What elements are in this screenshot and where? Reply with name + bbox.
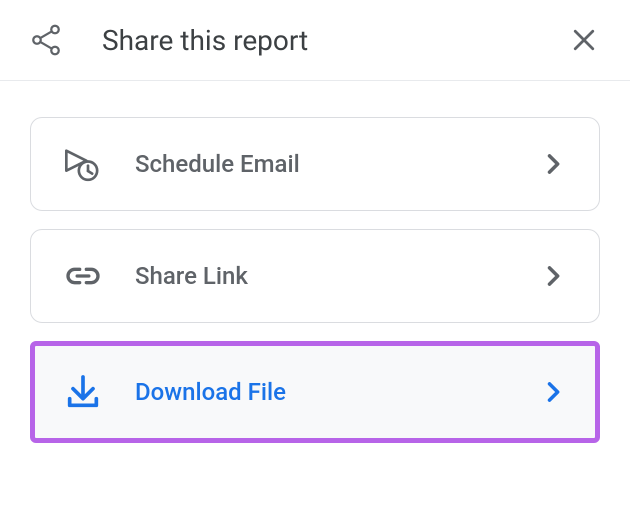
options-list: Schedule Email Share Link — [0, 81, 630, 479]
dialog-header: Share this report — [0, 0, 630, 81]
close-icon — [569, 25, 599, 55]
link-icon — [63, 256, 103, 296]
dialog-title: Share this report — [102, 24, 566, 57]
chevron-right-icon — [539, 150, 567, 178]
schedule-email-option[interactable]: Schedule Email — [30, 117, 600, 211]
close-button[interactable] — [566, 22, 602, 58]
share-link-option[interactable]: Share Link — [30, 229, 600, 323]
chevron-right-icon — [539, 378, 567, 406]
chevron-right-icon — [539, 262, 567, 290]
option-label: Schedule Email — [135, 150, 539, 178]
schedule-email-icon — [63, 144, 103, 184]
download-file-option[interactable]: Download File — [30, 341, 600, 443]
option-label: Download File — [135, 378, 539, 406]
option-label: Share Link — [135, 262, 539, 290]
share-icon — [28, 22, 64, 58]
download-icon — [63, 372, 103, 412]
